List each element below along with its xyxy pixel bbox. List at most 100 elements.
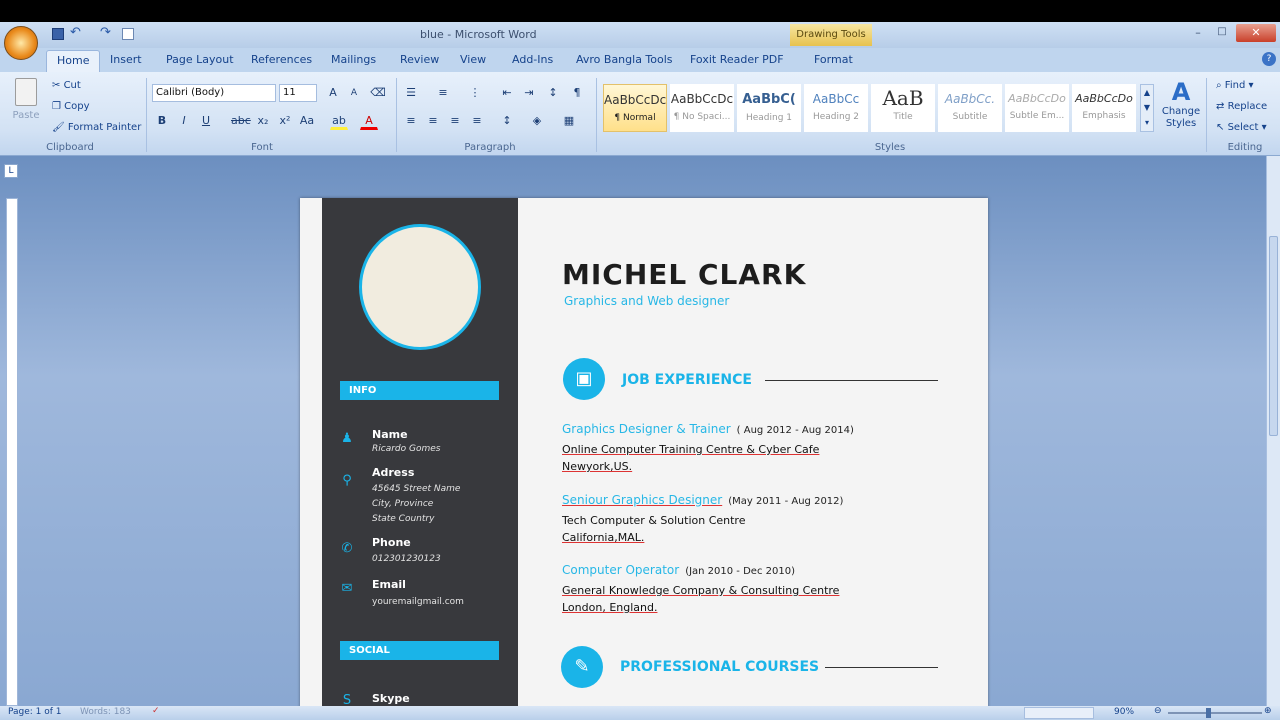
strikethrough-icon[interactable]: abc <box>230 112 251 130</box>
clear-formatting-icon[interactable]: ⌫ <box>369 84 387 102</box>
paste-icon <box>15 78 37 106</box>
grow-font-icon[interactable]: A <box>324 84 342 102</box>
font-color-icon[interactable]: A <box>360 112 378 130</box>
vertical-ruler[interactable] <box>6 198 18 706</box>
font-name-select[interactable]: Calibri (Body) <box>152 84 276 102</box>
find-button[interactable]: ⌕ Find ▾ <box>1216 80 1254 91</box>
person-icon: ♟ <box>341 431 353 446</box>
document-page[interactable]: INFO ♟ Name Ricardo Gomes ⚲ Adress 45645… <box>300 198 988 708</box>
paste-button[interactable]: Paste <box>10 78 42 134</box>
tab-foxit-reader-pdf[interactable]: Foxit Reader PDF <box>690 53 784 66</box>
highlight-icon[interactable]: ab <box>330 112 348 130</box>
borders-icon[interactable]: ▦ <box>560 112 578 130</box>
copy-button[interactable]: ❐ Copy <box>52 101 90 112</box>
styles-scroll[interactable]: ▲ ▼ ▾ <box>1140 84 1154 132</box>
multilevel-list-icon[interactable]: ⋮ <box>466 84 484 102</box>
job-3-title: Computer Operator (Jan 2010 - Dec 2010) <box>562 563 795 577</box>
close-button[interactable]: ✕ <box>1236 24 1276 42</box>
tab-format[interactable]: Format <box>814 53 853 66</box>
window-title: blue - Microsoft Word <box>420 28 537 41</box>
minimize-button[interactable]: – <box>1186 26 1210 42</box>
format-painter-button[interactable]: 🖌 Format Painter <box>52 122 141 133</box>
help-icon[interactable]: ? <box>1262 52 1276 66</box>
vertical-scrollbar[interactable] <box>1266 156 1280 706</box>
zoom-slider-thumb[interactable] <box>1206 708 1211 718</box>
align-left-icon[interactable]: ≡ <box>402 112 420 130</box>
style-heading-1[interactable]: AaBbC( Heading 1 <box>737 84 801 132</box>
ruler-toggle-icon[interactable]: L <box>4 164 18 178</box>
clipboard-group-label: Clipboard <box>46 142 94 153</box>
undo-icon[interactable]: ↶ <box>70 25 81 40</box>
word-count[interactable]: Words: 183 <box>80 707 131 717</box>
print-icon[interactable] <box>122 28 134 40</box>
shrink-font-icon[interactable]: A <box>345 84 363 102</box>
style-subtle-emphasis[interactable]: AaBbCcDo Subtle Em... <box>1005 84 1069 132</box>
job-experience-heading: JOB EXPERIENCE <box>622 372 752 388</box>
justify-icon[interactable]: ≡ <box>468 112 486 130</box>
cut-button[interactable]: ✂ Cut <box>52 80 81 91</box>
tab-home[interactable]: Home <box>46 50 101 72</box>
align-right-icon[interactable]: ≡ <box>446 112 464 130</box>
style-subtitle[interactable]: AaBbCc. Subtitle <box>938 84 1002 132</box>
superscript-icon[interactable]: x² <box>276 112 294 130</box>
tab-references[interactable]: References <box>251 53 312 66</box>
redo-icon[interactable]: ↷ <box>100 25 111 40</box>
align-center-icon[interactable]: ≡ <box>424 112 442 130</box>
view-buttons[interactable] <box>1024 707 1094 719</box>
paste-label: Paste <box>12 110 40 121</box>
office-button[interactable] <box>4 26 38 60</box>
bullets-icon[interactable]: ☰ <box>402 84 420 102</box>
increase-indent-icon[interactable]: ⇥ <box>520 84 538 102</box>
underline-icon[interactable]: U <box>197 112 215 130</box>
job-3-company: General Knowledge Company & Consulting C… <box>562 584 840 597</box>
job-2-location: California,MAL. <box>562 531 645 544</box>
social-bar: SOCIAL <box>340 641 499 660</box>
courses-icon: ✎ <box>561 646 603 688</box>
scissors-icon: ✂ <box>52 80 61 91</box>
italic-icon[interactable]: I <box>175 112 193 130</box>
tab-avro-bangla-tools[interactable]: Avro Bangla Tools <box>576 53 673 66</box>
subscript-icon[interactable]: x₂ <box>254 112 272 130</box>
info-address-value: 45645 Street Name City, Province State C… <box>372 484 461 524</box>
replace-button[interactable]: ⇄ Replace <box>1216 101 1267 112</box>
select-button[interactable]: ↖ Select ▾ <box>1216 122 1267 133</box>
bold-icon[interactable]: B <box>153 112 171 130</box>
tab-insert[interactable]: Insert <box>110 53 142 66</box>
binoculars-icon: ⌕ <box>1216 80 1222 91</box>
change-styles-button[interactable]: A Change Styles <box>1158 78 1204 138</box>
document-area: INFO ♟ Name Ricardo Gomes ⚲ Adress 45645… <box>0 156 1280 708</box>
zoom-level[interactable]: 90% <box>1114 707 1134 717</box>
shading-icon[interactable]: ◈ <box>528 112 546 130</box>
sort-icon[interactable]: ↕ <box>544 84 562 102</box>
tab-view[interactable]: View <box>460 53 486 66</box>
resume-sidebar: INFO ♟ Name Ricardo Gomes ⚲ Adress 45645… <box>322 198 518 708</box>
change-case-icon[interactable]: Aa <box>298 112 316 130</box>
zoom-in-icon[interactable]: ⊕ <box>1264 706 1272 716</box>
scroll-thumb[interactable] <box>1269 236 1278 436</box>
page-count[interactable]: Page: 1 of 1 <box>8 707 62 717</box>
style-heading-2[interactable]: AaBbCc Heading 2 <box>804 84 868 132</box>
tab-mailings[interactable]: Mailings <box>331 53 376 66</box>
maximize-button[interactable]: □ <box>1210 26 1234 42</box>
line-spacing-icon[interactable]: ↕ <box>498 112 516 130</box>
ribbon: Paste ✂ Cut ❐ Copy 🖌 Format Painter Clip… <box>0 72 1280 156</box>
proofing-icon[interactable]: ✓ <box>152 706 160 716</box>
zoom-out-icon[interactable]: ⊖ <box>1154 706 1162 716</box>
font-size-select[interactable]: 11 <box>279 84 317 102</box>
tab-page-layout[interactable]: Page Layout <box>166 53 234 66</box>
style-normal[interactable]: AaBbCcDc ¶ Normal <box>603 84 667 132</box>
zoom-slider[interactable] <box>1168 712 1262 714</box>
profile-photo-circle[interactable] <box>359 224 481 350</box>
save-icon[interactable] <box>52 28 64 40</box>
style-title[interactable]: AaB Title <box>871 84 935 132</box>
decrease-indent-icon[interactable]: ⇤ <box>498 84 516 102</box>
tab-add-ins[interactable]: Add-Ins <box>512 53 553 66</box>
style-no-spacing[interactable]: AaBbCcDc ¶ No Spaci... <box>670 84 734 132</box>
pilcrow-icon[interactable]: ¶ <box>568 84 586 102</box>
info-email-value: youremailgmail.com <box>372 597 464 607</box>
info-name-value: Ricardo Gomes <box>372 444 441 454</box>
separator <box>146 78 147 152</box>
tab-review[interactable]: Review <box>400 53 439 66</box>
style-emphasis[interactable]: AaBbCcDo Emphasis <box>1072 84 1136 132</box>
numbering-icon[interactable]: ≡ <box>434 84 452 102</box>
